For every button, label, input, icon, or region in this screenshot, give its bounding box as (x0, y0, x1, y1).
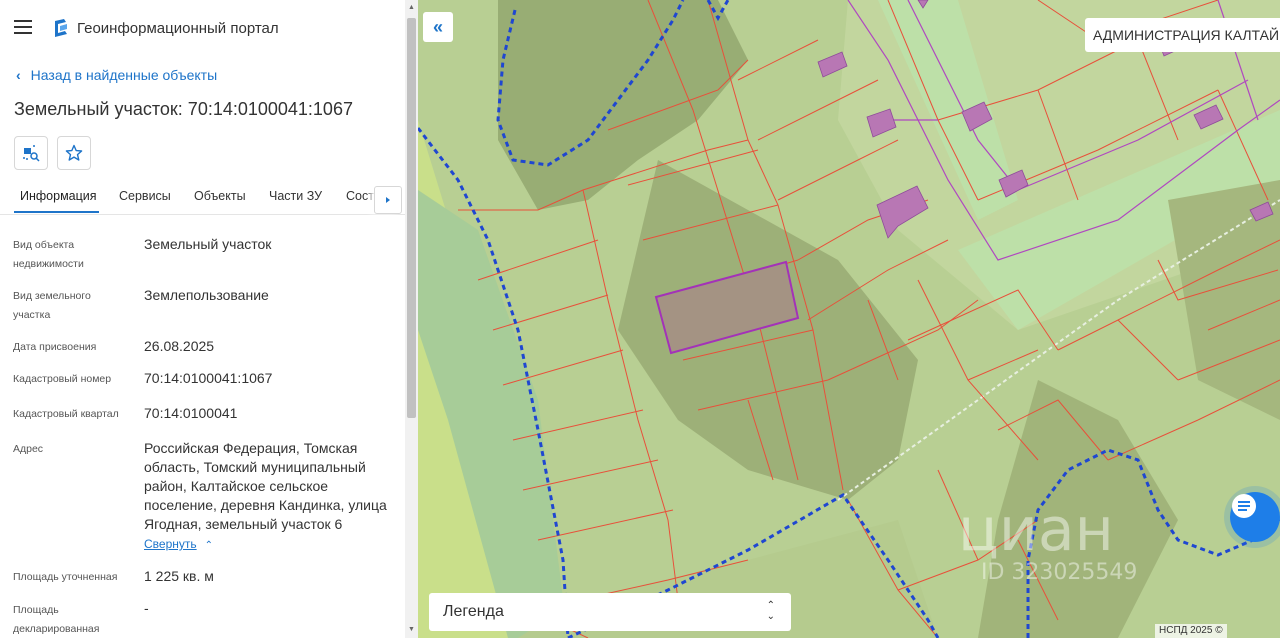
tab-scroll-right-button[interactable] (374, 186, 402, 214)
collapse-panel-button[interactable]: « (423, 12, 453, 42)
map-search-button[interactable] (14, 136, 48, 170)
tab-objects[interactable]: Объекты (194, 189, 246, 203)
field-label-land-type: Вид земельного участка (13, 290, 91, 321)
watermark-id: ID 323025549 (981, 560, 1138, 585)
portal-logo-icon (55, 19, 67, 37)
map-search-icon (23, 145, 40, 162)
field-value-object-type: Земельный участок (144, 236, 272, 252)
active-tab-indicator (14, 211, 99, 213)
hamburger-icon[interactable] (14, 20, 32, 34)
scroll-down-icon[interactable]: ▼ (405, 624, 418, 636)
chevron-up-icon: ⌃ (204, 540, 214, 551)
field-value-cadastral-quarter: 70:14:0100041 (144, 405, 238, 421)
collapse-address-link[interactable]: Свернуть ⌃ (144, 537, 213, 551)
collapse-link-label: Свернуть (144, 537, 197, 551)
legend-select[interactable]: Легенда ⌃ ⌄ (429, 593, 791, 631)
favorite-button[interactable] (57, 136, 91, 170)
field-label-object-type: Вид объекта недвижимости (13, 239, 84, 270)
tab-parts[interactable]: Части ЗУ (269, 189, 322, 203)
app-header: Геоинформационный портал (0, 0, 405, 56)
field-label-address: Адрес (13, 443, 44, 455)
sidebar-scrollbar[interactable]: ▲ ▼ (405, 0, 418, 638)
watermark-text: циан (958, 495, 1114, 565)
field-label-date: Дата присвоения (13, 341, 97, 353)
scroll-up-icon[interactable]: ▲ (405, 2, 418, 14)
field-value-address: Российская Федерация, Томская область, Т… (144, 440, 387, 532)
double-chevron-left-icon: « (432, 16, 443, 37)
star-icon (65, 144, 83, 161)
chevron-left-icon: ‹ (16, 67, 21, 83)
field-value-cadastral-number: 70:14:0100041:1067 (144, 370, 273, 386)
chat-icon (1232, 494, 1256, 518)
cadastral-map-layer (418, 0, 1280, 638)
chat-button[interactable] (1230, 492, 1280, 542)
page-title: Земельный участок: 70:14:0100041:1067 (14, 99, 353, 119)
field-value-area-refined: 1 225 кв. м (144, 568, 214, 584)
back-to-results-link[interactable]: ‹ Назад в найденные объекты (16, 67, 217, 83)
field-value-land-type: Землепользование (144, 287, 269, 303)
map-copyright: НСПД 2025 © (1155, 624, 1227, 638)
field-label-cadastral-number: Кадастровый номер (13, 373, 112, 385)
caret-right-icon (386, 197, 390, 203)
map-view[interactable]: циан ID 323025549 « АДМИНИСТРАЦИЯ КАЛТАЙ… (418, 0, 1280, 638)
field-label-area-declared: Площадь декларированная (13, 604, 100, 635)
legend-label: Легенда (443, 603, 504, 620)
field-label-cadastral-quarter: Кадастровый квартал (13, 408, 119, 420)
tab-bar: Информация Сервисы Объекты Части ЗУ Сост… (0, 180, 405, 215)
tab-services[interactable]: Сервисы (119, 189, 171, 203)
field-value-date: 26.08.2025 (144, 338, 215, 354)
info-sidebar: Геоинформационный портал ‹ Назад в найден… (0, 0, 405, 638)
tab-info[interactable]: Информация (20, 189, 97, 203)
chevron-updown-icon: ⌃ ⌄ (766, 600, 775, 622)
field-value-area-declared: - (144, 600, 149, 616)
app-title: Геоинформационный портал (77, 20, 279, 37)
admin-tooltip: АДМИНИСТРАЦИЯ КАЛТАЙ. (1085, 18, 1280, 52)
back-link-label: Назад в найденные объекты (30, 67, 218, 83)
scrollbar-thumb[interactable] (407, 18, 416, 418)
field-label-area-refined: Площадь уточненная (13, 571, 118, 583)
